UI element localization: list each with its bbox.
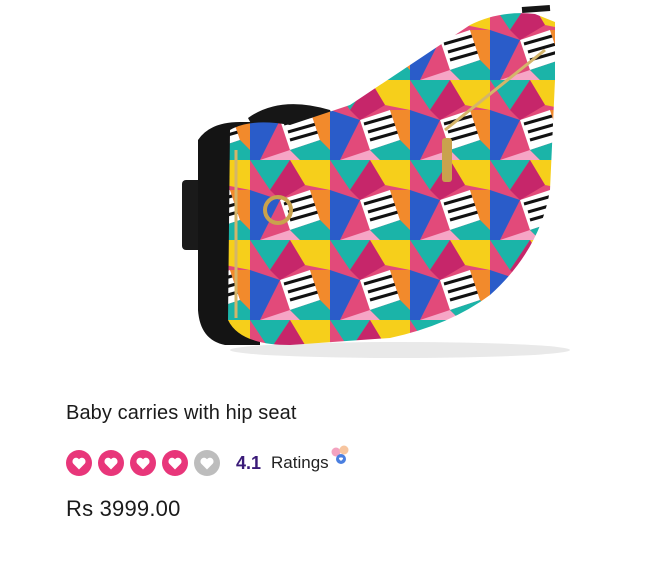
product-title[interactable]: Baby carries with hip seat: [66, 402, 296, 425]
rating-bubbles-icon: [330, 445, 350, 467]
ratings-label[interactable]: Ratings: [271, 453, 329, 473]
rating-row: 4.1 Ratings: [66, 445, 350, 477]
rating-value: 4.1: [236, 452, 262, 473]
heart-circle-icon: [66, 450, 92, 476]
heart-circle-icon: [130, 450, 156, 476]
heart-circle-icon: [98, 450, 124, 476]
star-rating: [66, 450, 220, 476]
heart-circle-icon: [162, 450, 188, 476]
product-price: Rs 3999.00: [66, 496, 181, 521]
product-image[interactable]: [170, 0, 570, 365]
heart-circle-icon: [194, 450, 220, 476]
